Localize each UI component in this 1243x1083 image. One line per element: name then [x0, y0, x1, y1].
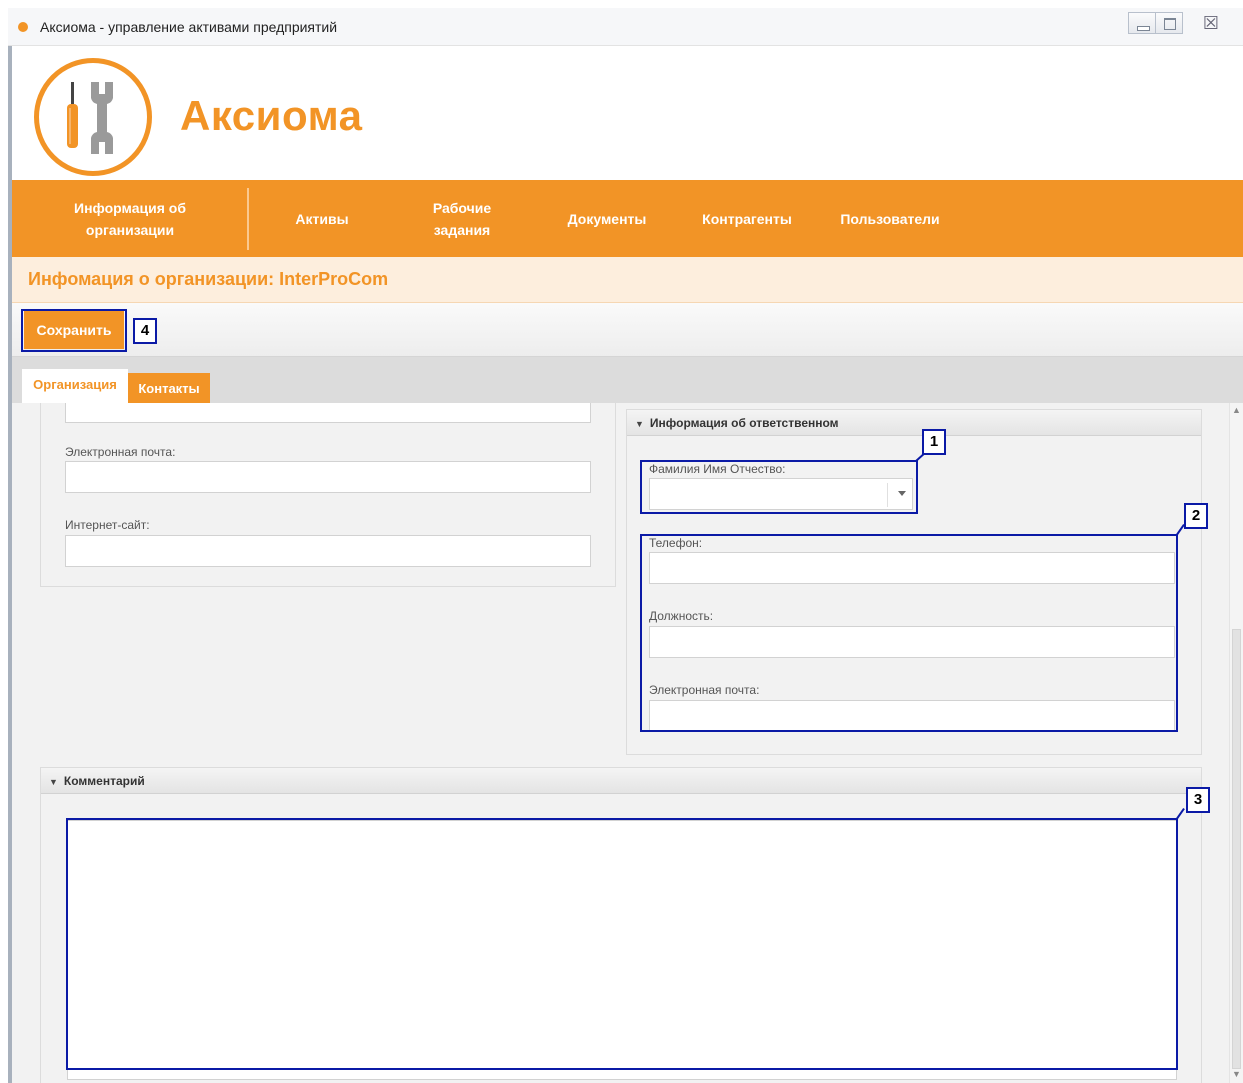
org-field-above[interactable] [65, 403, 591, 423]
responsible-panel-title: Информация об ответственном [649, 416, 839, 430]
brand-name: Аксиома [180, 92, 363, 139]
tab-organization[interactable]: Организация [22, 369, 128, 403]
annotation-box-2 [640, 534, 1178, 732]
annotation-label-2: 2 [1184, 503, 1208, 529]
tab-bar: Организация Контакты [12, 357, 1243, 403]
org-email-field[interactable] [65, 461, 591, 493]
minimize-button[interactable] [1128, 12, 1156, 34]
scroll-down-icon[interactable]: ▼ [1232, 1069, 1241, 1079]
org-email-label: Электронная почта: [65, 445, 176, 459]
comment-panel-title: Комментарий [63, 774, 145, 788]
vertical-scrollbar[interactable]: ▲ ▼ [1229, 403, 1243, 1083]
nav-item-counterparties[interactable]: Контрагенты [690, 180, 804, 257]
annotation-box-3 [66, 818, 1178, 1070]
nav-item-assets[interactable]: Активы [282, 180, 362, 257]
org-details-panel: Электронная почта: Интернет-сайт: [40, 403, 616, 587]
org-website-field[interactable] [65, 535, 591, 567]
page-title: Инфомация о организации: InterProCom [28, 269, 389, 289]
window-title: Аксиома - управление активами предприяти… [40, 19, 338, 35]
org-website-label: Интернет-сайт: [65, 518, 150, 532]
nav-item-documents[interactable]: Документы [552, 180, 662, 257]
annotation-label-3: 3 [1186, 787, 1210, 813]
scroll-up-icon[interactable]: ▲ [1232, 405, 1241, 415]
main-nav: Информация об организации Активы Рабочие… [12, 180, 1243, 257]
nav-item-users[interactable]: Пользователи [826, 180, 954, 257]
nav-separator [247, 188, 249, 250]
responsible-panel-header[interactable]: ▼ Информация об ответственном [627, 410, 1201, 436]
tools-wrench-screwdriver-icon [67, 82, 113, 154]
annotation-box-1 [640, 460, 918, 514]
toolbar: Сохранить [12, 303, 1243, 357]
app-header: Аксиома [12, 46, 1243, 180]
collapse-triangle-icon: ▼ [635, 419, 644, 429]
tab-contacts[interactable]: Контакты [128, 373, 210, 403]
app-logo [34, 58, 152, 176]
close-button[interactable]: ☒ [1189, 12, 1233, 34]
nav-item-org-info[interactable]: Информация об организации [40, 180, 220, 257]
maximize-button[interactable] [1155, 12, 1183, 34]
comment-panel-header[interactable]: ▼ Комментарий [41, 768, 1201, 794]
window-titlebar: Аксиома - управление активами предприяти… [8, 8, 1243, 46]
annotation-label-4: 4 [133, 318, 157, 344]
annotation-box-4 [21, 309, 127, 352]
app-status-dot-icon [18, 22, 28, 32]
page-title-bar: Инфомация о организации: InterProCom [12, 257, 1243, 303]
collapse-triangle-icon: ▼ [49, 777, 58, 787]
annotation-label-1: 1 [922, 429, 946, 455]
scroll-thumb[interactable] [1232, 629, 1241, 1069]
window-controls: ☒ [1128, 12, 1233, 36]
nav-item-work-orders[interactable]: Рабочие задания [422, 180, 502, 257]
